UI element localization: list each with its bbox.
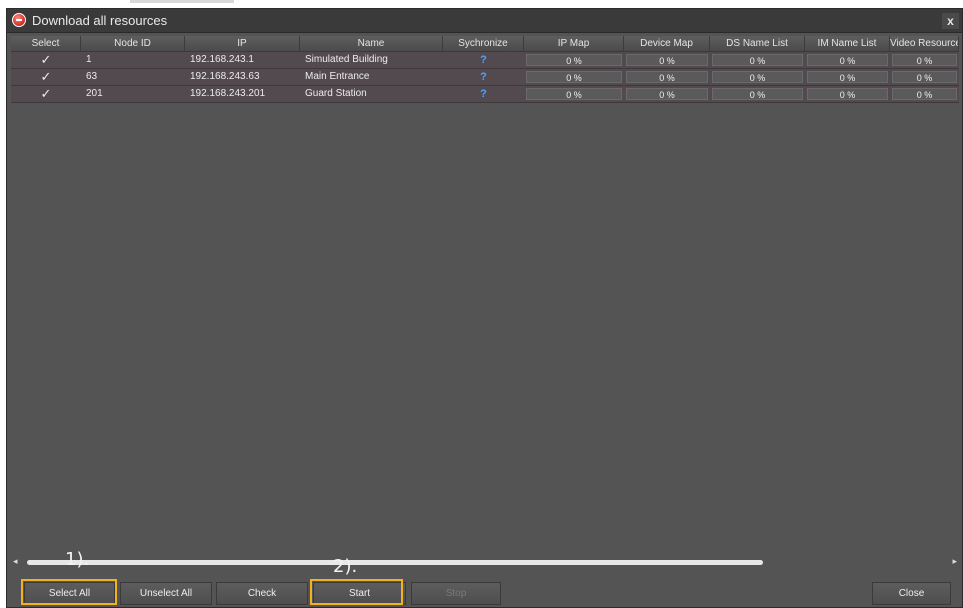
video-resources-progress: 0 % — [890, 52, 959, 68]
im-name-list-progress: 0 % — [805, 69, 890, 85]
device-map-progress: 0 % — [624, 86, 710, 102]
progress-label: 0 % — [626, 54, 708, 66]
question-icon[interactable]: ? — [443, 69, 524, 85]
ds-name-list-progress: 0 % — [710, 52, 805, 68]
column-header-im-name-list[interactable]: IM Name List — [805, 36, 890, 51]
name-cell: Main Entrance — [305, 71, 370, 82]
progress-label: 0 % — [807, 71, 888, 83]
close-icon[interactable]: x — [942, 13, 959, 29]
progress-label: 0 % — [807, 88, 888, 100]
progress-label: 0 % — [712, 71, 803, 83]
column-header-node-id[interactable]: Node ID — [81, 36, 185, 51]
step-2-annotation: 2). — [333, 556, 358, 577]
progress-label: 0 % — [626, 88, 708, 100]
unselect-all-button[interactable]: Unselect All — [120, 582, 212, 605]
ip-map-progress: 0 % — [524, 86, 624, 102]
table-header: Select Node ID IP Name Sychronize IP Map… — [11, 36, 959, 52]
app-logo-icon — [12, 13, 26, 27]
download-dialog: Download all resources x Select Node ID … — [6, 8, 963, 608]
device-map-progress: 0 % — [624, 52, 710, 68]
node-id-cell: 201 — [86, 88, 103, 99]
column-header-ip-map[interactable]: IP Map — [524, 36, 624, 51]
check-button[interactable]: Check — [216, 582, 308, 605]
stop-button[interactable]: Stop — [411, 582, 501, 605]
column-header-synchronize[interactable]: Sychronize — [443, 36, 524, 51]
progress-label: 0 % — [712, 88, 803, 100]
video-resources-progress: 0 % — [890, 86, 959, 102]
scroll-right-icon[interactable]: ▸ — [952, 556, 957, 567]
progress-label: 0 % — [526, 88, 622, 100]
progress-label: 0 % — [807, 54, 888, 66]
column-header-ip[interactable]: IP — [185, 36, 300, 51]
ds-name-list-progress: 0 % — [710, 86, 805, 102]
device-map-progress: 0 % — [624, 69, 710, 85]
question-icon[interactable]: ? — [443, 52, 524, 68]
scroll-left-icon[interactable]: ◂ — [13, 556, 18, 567]
step-1-annotation: 1). — [65, 549, 90, 570]
progress-label: 0 % — [892, 54, 957, 66]
progress-label: 0 % — [892, 71, 957, 83]
checkmark-icon[interactable]: ✓ — [11, 52, 81, 68]
node-id-cell: 63 — [86, 71, 98, 82]
start-button[interactable]: Start — [313, 582, 406, 605]
progress-label: 0 % — [526, 54, 622, 66]
ip-cell: 192.168.243.201 — [190, 88, 266, 99]
resource-table: Select Node ID IP Name Sychronize IP Map… — [11, 36, 959, 103]
progress-label: 0 % — [526, 71, 622, 83]
ip-cell: 192.168.243.1 — [190, 54, 254, 65]
table-row[interactable]: ✓ 1 192.168.243.1 Simulated Building ? 0… — [11, 52, 959, 69]
column-header-select[interactable]: Select — [11, 36, 81, 51]
column-header-device-map[interactable]: Device Map — [624, 36, 710, 51]
scrollbar-thumb[interactable] — [27, 560, 763, 565]
horizontal-scrollbar[interactable]: ◂ ▸ — [11, 556, 959, 568]
ip-map-progress: 0 % — [524, 52, 624, 68]
close-button[interactable]: Close — [872, 582, 951, 605]
ip-cell: 192.168.243.63 — [190, 71, 260, 82]
im-name-list-progress: 0 % — [805, 86, 890, 102]
column-header-video-resources[interactable]: Video Resources — [890, 36, 959, 51]
video-resources-progress: 0 % — [890, 69, 959, 85]
table-row[interactable]: ✓ 201 192.168.243.201 Guard Station ? 0 … — [11, 86, 959, 103]
table-row[interactable]: ✓ 63 192.168.243.63 Main Entrance ? 0 % … — [11, 69, 959, 86]
im-name-list-progress: 0 % — [805, 52, 890, 68]
top-strip — [0, 0, 963, 8]
ip-map-progress: 0 % — [524, 69, 624, 85]
ds-name-list-progress: 0 % — [710, 69, 805, 85]
window-title: Download all resources — [32, 13, 168, 28]
node-id-cell: 1 — [86, 54, 92, 65]
column-header-ds-name-list[interactable]: DS Name List — [710, 36, 805, 51]
name-cell: Guard Station — [305, 88, 367, 99]
progress-label: 0 % — [712, 54, 803, 66]
checkmark-icon[interactable]: ✓ — [11, 69, 81, 85]
column-header-name[interactable]: Name — [300, 36, 443, 51]
progress-label: 0 % — [626, 71, 708, 83]
title-bar: Download all resources x — [7, 9, 962, 33]
tab-hint — [130, 0, 234, 3]
question-icon[interactable]: ? — [443, 86, 524, 102]
select-all-button[interactable]: Select All — [24, 582, 115, 605]
checkmark-icon[interactable]: ✓ — [11, 86, 81, 102]
name-cell: Simulated Building — [305, 54, 388, 65]
progress-label: 0 % — [892, 88, 957, 100]
